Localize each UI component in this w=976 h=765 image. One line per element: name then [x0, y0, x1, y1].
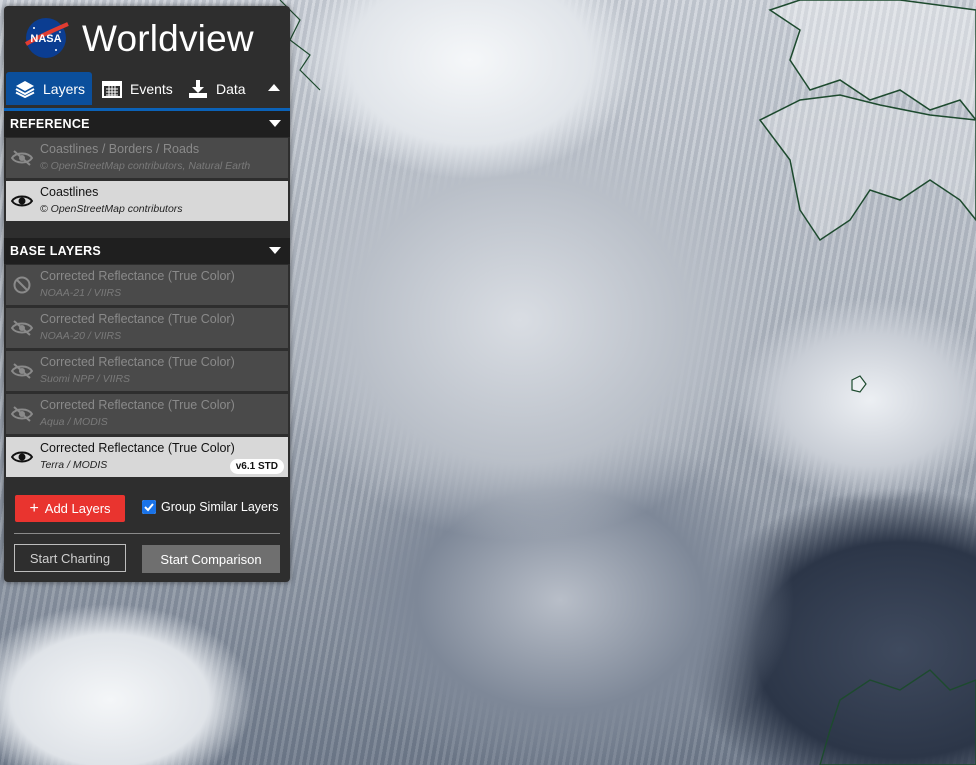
- layer-sidebar: NASA Worldview Layers Events Data REFERE…: [4, 6, 290, 582]
- nasa-logo-icon[interactable]: NASA: [22, 16, 70, 60]
- nasa-logo-text: NASA: [30, 33, 61, 45]
- layer-row-coastlines[interactable]: Coastlines © OpenStreetMap contributors: [6, 181, 288, 222]
- norway-coastline: [819, 669, 976, 765]
- layer-row-noaa21-viirs[interactable]: Corrected Reflectance (True Color) NOAA-…: [6, 265, 288, 306]
- layer-name: Corrected Reflectance (True Color): [40, 312, 235, 326]
- group-header-reference[interactable]: REFERENCE: [4, 111, 290, 137]
- eye-slash-icon[interactable]: [11, 405, 33, 423]
- group-title-reference: REFERENCE: [10, 117, 90, 131]
- eye-slash-icon[interactable]: [11, 319, 33, 337]
- tab-data-label: Data: [216, 80, 246, 97]
- island-coastline: [851, 375, 867, 393]
- layer-source: © OpenStreetMap contributors: [40, 203, 183, 215]
- add-layers-label: Add Layers: [44, 501, 111, 516]
- layer-name: Corrected Reflectance (True Color): [40, 441, 235, 455]
- tab-layers[interactable]: Layers: [6, 72, 92, 105]
- eye-slash-icon[interactable]: [11, 362, 33, 380]
- group-similar-checkbox[interactable]: [142, 500, 156, 514]
- tab-data[interactable]: Data: [186, 72, 258, 105]
- eye-icon[interactable]: [11, 448, 33, 466]
- download-icon: [189, 79, 207, 98]
- layer-name: Corrected Reflectance (True Color): [40, 355, 235, 369]
- chevron-down-icon[interactable]: [268, 119, 282, 129]
- plus-icon: +: [29, 499, 39, 517]
- add-layers-button[interactable]: + Add Layers: [15, 495, 125, 522]
- layer-row-coastlines-borders-roads[interactable]: Coastlines / Borders / Roads © OpenStree…: [6, 138, 288, 179]
- tab-events-label: Events: [130, 80, 173, 97]
- layer-name: Corrected Reflectance (True Color): [40, 398, 235, 412]
- layer-row-terra-modis[interactable]: Corrected Reflectance (True Color) Terra…: [6, 437, 288, 478]
- layer-source: NOAA-20 / VIIRS: [40, 330, 122, 342]
- layer-row-suomi-npp-viirs[interactable]: Corrected Reflectance (True Color) Suomi…: [6, 351, 288, 392]
- app-title: Worldview: [82, 18, 254, 59]
- group-title-base-layers: BASE LAYERS: [10, 244, 102, 258]
- layer-name: Coastlines / Borders / Roads: [40, 142, 200, 156]
- svalbard-coastline-2: [758, 94, 976, 242]
- version-badge[interactable]: v6.1 STD: [229, 459, 284, 474]
- unavailable-icon: [13, 276, 31, 294]
- tab-events[interactable]: Events: [100, 72, 180, 105]
- layer-name: Corrected Reflectance (True Color): [40, 269, 235, 283]
- eye-icon[interactable]: [11, 192, 33, 210]
- layer-source: © OpenStreetMap contributors, Natural Ea…: [40, 160, 251, 172]
- chevron-down-icon[interactable]: [268, 246, 282, 256]
- layer-source: Terra / MODIS: [40, 459, 108, 471]
- calendar-icon: [102, 80, 122, 98]
- collapse-panel-icon[interactable]: [266, 80, 282, 96]
- layer-source: Aqua / MODIS: [40, 416, 108, 428]
- group-similar-label[interactable]: Group Similar Layers: [161, 500, 278, 514]
- start-comparison-button[interactable]: Start Comparison: [142, 545, 280, 573]
- group-header-base-layers[interactable]: BASE LAYERS: [4, 238, 290, 264]
- brand-header: NASA Worldview: [4, 6, 290, 70]
- start-charting-button[interactable]: Start Charting: [14, 544, 126, 572]
- divider: [14, 533, 280, 534]
- layer-row-aqua-modis[interactable]: Corrected Reflectance (True Color) Aqua …: [6, 394, 288, 435]
- tab-layers-label: Layers: [43, 80, 86, 97]
- eye-slash-icon[interactable]: [11, 149, 33, 167]
- layer-name: Coastlines: [40, 185, 99, 199]
- layer-source: Suomi NPP / VIIRS: [40, 373, 131, 385]
- sidebar-tabs: Layers Events Data: [4, 72, 290, 111]
- layer-row-noaa20-viirs[interactable]: Corrected Reflectance (True Color) NOAA-…: [6, 308, 288, 349]
- layer-source: NOAA-21 / VIIRS: [40, 287, 122, 299]
- layers-icon: [15, 80, 35, 98]
